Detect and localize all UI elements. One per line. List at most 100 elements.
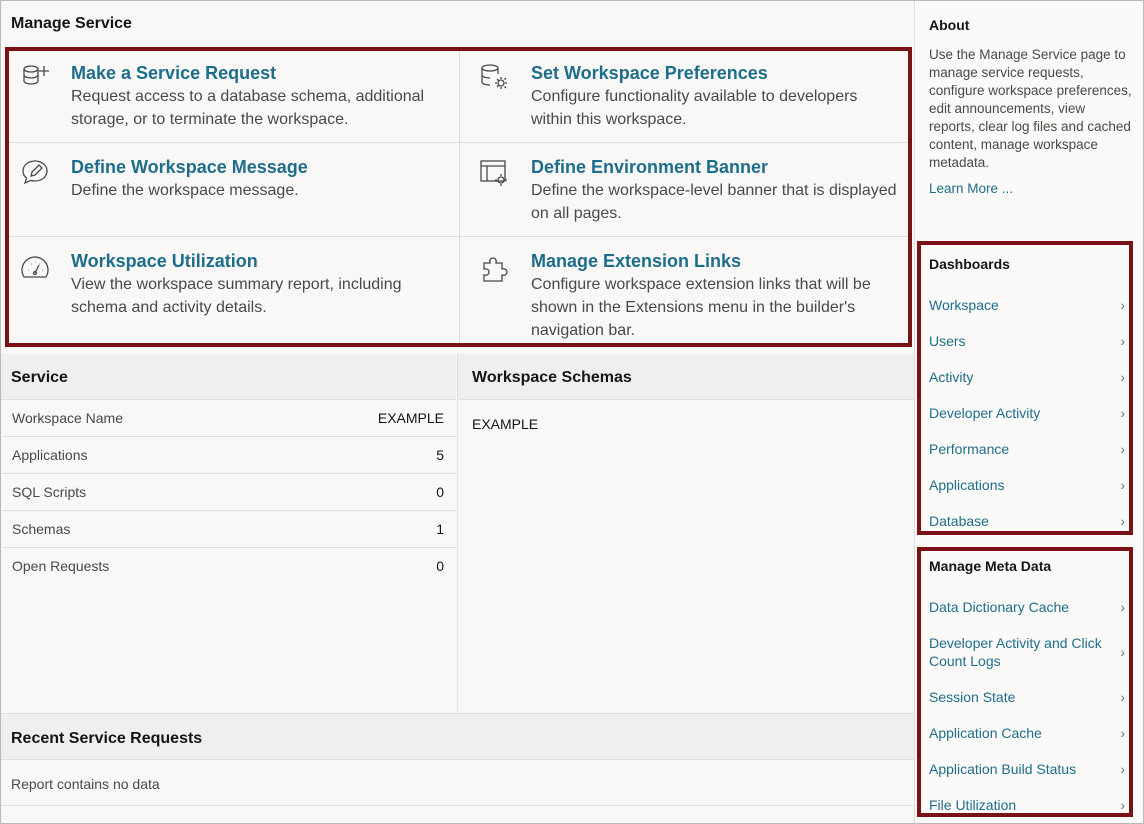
meta-item-developer-activity-logs[interactable]: Developer Activity and Click Count Logs › — [929, 634, 1125, 670]
service-key: SQL Scripts — [12, 484, 87, 500]
dashboard-item-label: Database — [929, 513, 989, 529]
meta-item-label: Developer Activity and Click Count Logs — [929, 635, 1102, 669]
define-environment-banner-link[interactable]: Define Environment Banner — [531, 157, 768, 178]
dashboard-item-database[interactable]: Database › — [929, 512, 1129, 530]
dashboard-item-label: Developer Activity — [929, 405, 1041, 421]
chevron-right-icon: › — [1120, 761, 1125, 777]
about-description: Use the Manage Service page to manage se… — [929, 47, 1132, 170]
dashboard-item-label: Performance — [929, 441, 1010, 457]
message-edit-icon — [19, 157, 51, 189]
workspace-schemas-header: Workspace Schemas — [457, 354, 914, 400]
chevron-right-icon: › — [1120, 725, 1125, 741]
service-key: Open Requests — [12, 558, 110, 574]
meta-item-label: Session State — [929, 689, 1016, 705]
chevron-right-icon: › — [1120, 797, 1125, 813]
dashboard-item-label: Applications — [929, 477, 1005, 493]
service-value: 1 — [436, 521, 444, 537]
chevron-right-icon: › — [1120, 441, 1125, 457]
dashboards-region: Dashboards Workspace › Users › Activity › D… — [916, 241, 1143, 534]
chevron-right-icon: › — [1120, 297, 1125, 313]
card-define-environment-banner[interactable]: Define Environment Banner Define the wor… — [459, 143, 911, 237]
service-value: 0 — [436, 558, 444, 574]
workspace-utilization-desc: View the workspace summary report, inclu… — [71, 276, 402, 316]
recent-requests-header: Recent Service Requests — [1, 713, 914, 760]
about-title: About — [929, 17, 970, 33]
table-row: Workspace Name EXAMPLE — [2, 400, 456, 437]
service-header: Service — [1, 354, 456, 400]
banner-settings-icon — [478, 157, 510, 189]
chevron-right-icon: › — [1120, 599, 1125, 615]
chevron-right-icon: › — [1120, 689, 1125, 705]
dashboard-item-users[interactable]: Users › — [929, 332, 1129, 350]
meta-item-application-build-status[interactable]: Application Build Status › — [929, 760, 1129, 778]
dashboard-item-workspace[interactable]: Workspace › — [929, 296, 1129, 314]
service-key: Schemas — [12, 521, 71, 537]
no-data-message: Report contains no data — [11, 776, 160, 792]
service-value: 0 — [436, 484, 444, 500]
table-row: Applications 5 — [2, 437, 456, 474]
puzzle-icon — [478, 253, 510, 285]
service-title: Service — [11, 369, 68, 386]
service-value: 5 — [436, 447, 444, 463]
meta-item-session-state[interactable]: Session State › — [929, 688, 1129, 706]
chevron-right-icon: › — [1120, 513, 1125, 529]
manage-service-header: Manage Service — [1, 1, 914, 47]
workspace-schemas-title: Workspace Schemas — [472, 369, 632, 386]
service-key: Workspace Name — [12, 410, 124, 426]
dashboard-item-developer-activity[interactable]: Developer Activity › — [929, 404, 1129, 422]
chevron-right-icon: › — [1120, 333, 1125, 349]
side-panel: About Use the Manage Service page to man… — [916, 1, 1143, 823]
define-environment-banner-desc: Define the workspace-level banner that i… — [531, 182, 897, 222]
workspace-utilization-link[interactable]: Workspace Utilization — [71, 251, 258, 272]
service-cards: Make a Service Request Request access to… — [7, 49, 911, 345]
learn-more-link[interactable]: Learn More ... — [929, 181, 1013, 196]
make-service-request-link[interactable]: Make a Service Request — [71, 63, 276, 84]
meta-item-data-dictionary-cache[interactable]: Data Dictionary Cache › — [929, 598, 1129, 616]
table-row: SQL Scripts 0 — [2, 474, 456, 511]
meta-data-title: Manage Meta Data — [929, 558, 1052, 574]
main-content: Manage Service Make a Service Request Re… — [1, 1, 915, 823]
recent-requests-body: Report contains no data — [1, 760, 914, 806]
define-workspace-message-link[interactable]: Define Workspace Message — [71, 157, 308, 178]
meta-item-application-cache[interactable]: Application Cache › — [929, 724, 1129, 742]
dashboard-item-performance[interactable]: Performance › — [929, 440, 1129, 458]
dashboard-item-applications[interactable]: Applications › — [929, 476, 1129, 494]
manage-extension-links-desc: Configure workspace extension links that… — [531, 276, 871, 339]
card-manage-extension-links[interactable]: Manage Extension Links Configure workspa… — [459, 237, 911, 345]
card-make-service-request[interactable]: Make a Service Request Request access to… — [7, 49, 459, 143]
manage-service-title: Manage Service — [11, 15, 132, 32]
chevron-right-icon: › — [1120, 369, 1125, 385]
meta-item-label: Application Cache — [929, 725, 1042, 741]
schema-name: EXAMPLE — [472, 416, 539, 432]
card-define-workspace-message[interactable]: Define Workspace Message Define the work… — [7, 143, 459, 237]
database-settings-icon — [478, 61, 510, 93]
chevron-right-icon: › — [1120, 644, 1125, 660]
table-row: Schemas 1 — [2, 511, 456, 548]
meta-item-file-utilization[interactable]: File Utilization › — [929, 796, 1129, 814]
table-row: Open Requests 0 — [2, 548, 456, 585]
workspace-schemas-panel: EXAMPLE — [457, 400, 914, 713]
dashboard-item-label: Activity — [929, 369, 974, 385]
meta-item-label: File Utilization — [929, 797, 1017, 813]
meta-item-label: Application Build Status — [929, 761, 1077, 777]
service-key: Applications — [12, 447, 88, 463]
set-workspace-preferences-desc: Configure functionality available to dev… — [531, 88, 858, 128]
dashboard-item-label: Users — [929, 333, 966, 349]
set-workspace-preferences-link[interactable]: Set Workspace Preferences — [531, 63, 768, 84]
make-service-request-desc: Request access to a database schema, add… — [71, 88, 425, 128]
about-text: Use the Manage Service page to manage se… — [929, 46, 1134, 198]
dashboard-item-label: Workspace — [929, 297, 999, 313]
meta-item-label: Data Dictionary Cache — [929, 599, 1070, 615]
define-workspace-message-desc: Define the workspace message. — [71, 182, 299, 199]
database-add-icon — [19, 61, 51, 93]
meta-data-region: Manage Meta Data Data Dictionary Cache › … — [916, 548, 1143, 823]
dashboard-item-activity[interactable]: Activity › — [929, 368, 1129, 386]
manage-extension-links-link[interactable]: Manage Extension Links — [531, 251, 741, 272]
service-value: EXAMPLE — [377, 410, 444, 426]
chevron-right-icon: › — [1120, 477, 1125, 493]
chevron-right-icon: › — [1120, 405, 1125, 421]
recent-requests-title: Recent Service Requests — [11, 730, 203, 747]
dashboards-title: Dashboards — [929, 256, 1010, 272]
card-set-workspace-preferences[interactable]: Set Workspace Preferences Configure func… — [459, 49, 911, 143]
card-workspace-utilization[interactable]: Workspace Utilization View the workspace… — [7, 237, 459, 331]
